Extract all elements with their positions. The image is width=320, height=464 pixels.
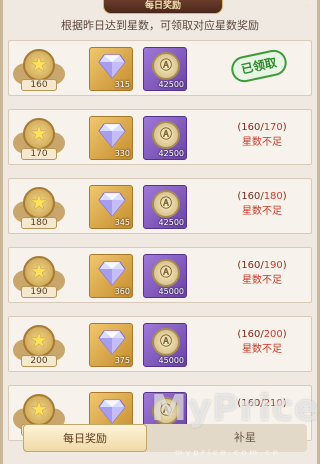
coin-quantity: 42500 <box>158 218 184 227</box>
coin-reward-item[interactable]: Ⓐ 42500 <box>143 47 187 91</box>
coin-reward-item[interactable]: Ⓐ 42500 <box>143 116 187 160</box>
row-status: (160/180) 星数不足 <box>214 189 310 219</box>
coin-icon: Ⓐ <box>152 52 180 80</box>
insufficient-stars-text: 星数不足 <box>242 206 282 217</box>
star-progress: (160/190) <box>237 260 287 271</box>
coin-icon: Ⓐ <box>152 121 180 149</box>
gem-reward-item[interactable]: 345 <box>89 185 133 229</box>
reward-instructions: 根据昨日达到星数，可领取对应星数奖励 <box>61 19 259 32</box>
gem-reward-item[interactable]: 330 <box>89 116 133 160</box>
claimed-stamp: 已领取 <box>228 47 290 85</box>
star-threshold-badge: ★ 170 <box>13 114 65 162</box>
diamond-icon <box>98 192 126 217</box>
reward-row: ★ 190 360 Ⓐ 45000 (160/190) 星数不足 <box>8 247 312 303</box>
diamond-icon <box>98 123 126 148</box>
insufficient-stars-text: 星数不足 <box>242 275 282 286</box>
coin-icon: Ⓐ <box>152 190 180 218</box>
row-status: (160/190) 星数不足 <box>214 258 310 288</box>
coin-quantity: 45000 <box>158 287 184 296</box>
reward-row: ★ 170 330 Ⓐ 42500 (160/170) 星数不足 <box>8 109 312 165</box>
row-status: (160/200) 星数不足 <box>214 327 310 357</box>
tab-daily-reward[interactable]: 每日奖励 <box>23 424 147 452</box>
coin-icon: Ⓐ <box>152 259 180 287</box>
gem-reward-item[interactable]: 315 <box>89 47 133 91</box>
insufficient-stars-text: 星数不足 <box>242 344 282 355</box>
watermark-url: myprice.com.cn <box>175 448 282 457</box>
coin-quantity: 42500 <box>158 149 184 158</box>
star-icon: ★ <box>30 328 48 352</box>
reward-row: ★ 160 315 Ⓐ 42500 已领取 <box>8 40 312 96</box>
star-icon: ★ <box>30 52 48 76</box>
diamond-icon <box>98 330 126 355</box>
gem-quantity: 315 <box>114 80 130 89</box>
star-threshold-badge: ★ 160 <box>13 45 65 93</box>
star-ornament-icon: ✦ <box>301 0 313 13</box>
star-icon: ★ <box>30 190 48 214</box>
coin-icon: Ⓐ <box>152 328 180 356</box>
watermark-logo: MyPrice <box>151 388 320 429</box>
star-threshold: 160 <box>21 79 57 91</box>
gem-quantity: 345 <box>114 218 130 227</box>
insufficient-stars-text: 星数不足 <box>242 137 282 148</box>
reward-row: ★ 200 375 Ⓐ 45000 (160/200) 星数不足 <box>8 316 312 372</box>
star-threshold-badge: ★ 180 <box>13 183 65 231</box>
star-icon: ★ <box>30 121 48 145</box>
coin-reward-item[interactable]: Ⓐ 42500 <box>143 185 187 229</box>
gem-quantity: 360 <box>114 287 130 296</box>
star-progress: (160/200) <box>237 329 287 340</box>
gem-quantity: 375 <box>114 356 130 365</box>
gem-quantity: 330 <box>114 149 130 158</box>
coin-quantity: 42500 <box>158 80 184 89</box>
row-status: (160/170) 星数不足 <box>214 120 310 150</box>
diamond-icon <box>98 399 126 424</box>
star-progress: (160/170) <box>237 122 287 133</box>
gem-reward-item[interactable]: 375 <box>89 323 133 367</box>
star-threshold-badge: ★ 200 <box>13 321 65 369</box>
star-threshold: 180 <box>21 217 57 229</box>
star-icon: ★ <box>30 397 48 421</box>
star-icon: ★ <box>30 259 48 283</box>
star-threshold-badge: ★ 190 <box>13 252 65 300</box>
panel-title: 每日奖励 <box>103 0 223 14</box>
coin-reward-item[interactable]: Ⓐ 45000 <box>143 323 187 367</box>
gem-reward-item[interactable]: 360 <box>89 254 133 298</box>
star-threshold: 190 <box>21 286 57 298</box>
diamond-icon <box>98 54 126 79</box>
diamond-icon <box>98 261 126 286</box>
star-threshold: 170 <box>21 148 57 160</box>
reward-row: ★ 180 345 Ⓐ 42500 (160/180) 星数不足 <box>8 178 312 234</box>
star-threshold: 200 <box>21 355 57 367</box>
coin-reward-item[interactable]: Ⓐ 45000 <box>143 254 187 298</box>
daily-reward-panel: 每日奖励 ✦ 根据昨日达到星数，可领取对应星数奖励 ★ 160 315 Ⓐ 42500 已… <box>0 0 320 464</box>
coin-quantity: 45000 <box>158 356 184 365</box>
star-progress: (160/180) <box>237 191 287 202</box>
